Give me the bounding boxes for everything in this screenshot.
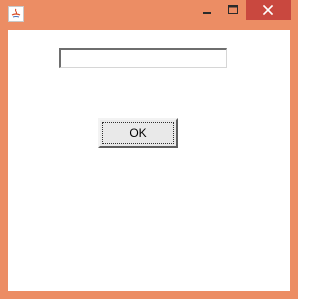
title-bar[interactable] bbox=[0, 0, 298, 30]
close-button[interactable] bbox=[246, 0, 291, 20]
minimize-button[interactable] bbox=[194, 0, 220, 20]
text-field[interactable] bbox=[59, 48, 227, 68]
java-app-icon[interactable] bbox=[8, 6, 24, 22]
maximize-icon bbox=[228, 5, 238, 14]
close-icon bbox=[262, 4, 274, 16]
app-window: OK bbox=[0, 0, 298, 299]
ok-button-label: OK bbox=[102, 122, 174, 144]
minimize-icon bbox=[203, 12, 211, 14]
content-panel: OK bbox=[8, 30, 290, 291]
maximize-button[interactable] bbox=[220, 0, 246, 20]
ok-button[interactable]: OK bbox=[98, 118, 178, 148]
